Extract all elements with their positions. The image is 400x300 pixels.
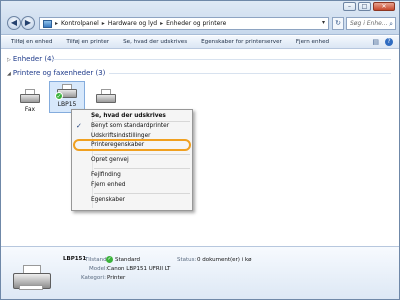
group-devices-label: Enheder (4) [12,55,55,63]
cmd-add-device[interactable]: Tilføj en enhed [11,39,52,45]
breadcrumb-separator-icon: ▸ [101,20,105,27]
command-bar: Tilføj en enhed Tilføj en printer Se, hv… [1,36,399,49]
menu-item-troubleshoot[interactable]: Fejlfinding [91,172,121,178]
menu-separator [94,121,190,122]
context-menu: Se, hvad der udskrives ✓ Benyt som stand… [71,109,193,211]
search-icon[interactable]: ⌕ [389,19,393,29]
minimize-button[interactable]: – [343,2,356,11]
details-status-label: Tilstand: [85,257,109,263]
menu-item-remove-device[interactable]: Fjern enhed [91,182,125,188]
refresh-button[interactable]: ↻ [332,17,344,30]
expand-arrow-icon: ▷ [7,57,11,63]
details-printer-name: LBP151 [63,256,87,262]
device-fax[interactable]: Fax [15,87,45,113]
menu-item-printer-properties[interactable]: Printeregenskaber [91,142,144,148]
breadcrumb-separator-icon: ▸ [55,20,59,27]
back-button[interactable]: ◀ [7,16,21,30]
title-bar: – □ ✕ ◀ ▶ ▸ Kontrolpanel ▸ Hardware og l… [1,1,399,35]
menu-separator [94,168,190,169]
breadcrumb-kontrolpanel[interactable]: Kontrolpanel [61,20,99,27]
printer-icon: ✓ [55,84,79,100]
control-panel-icon [43,19,52,28]
group-printers-header[interactable]: ◢ Printere og faxenheder (3) [7,69,105,77]
details-queue-value: 0 dokument(er) i kø [197,257,252,263]
close-button[interactable]: ✕ [373,2,395,11]
details-model-value: Canon LBP151 UFRII LT [107,266,171,272]
details-category-value: Printer [107,275,126,281]
check-icon: ✓ [76,122,82,130]
address-dropdown-icon[interactable]: ▾ [322,19,325,26]
details-model-label: Model: [89,266,108,272]
device-label: LBP15 [57,101,77,108]
view-options-icon[interactable]: ▤ [372,38,379,46]
breadcrumb-separator-icon: ▸ [160,20,164,27]
cmd-see-whats-printing[interactable]: Se, hvad der udskrives [123,39,187,45]
details-pane: LBP151 Tilstand: ✓ Standard Status: 0 do… [1,246,399,299]
maximize-button[interactable]: □ [358,2,371,11]
cmd-add-printer[interactable]: Tilføj en printer [66,39,109,45]
breadcrumb-enheder-og-printere[interactable]: Enheder og printere [166,20,226,27]
menu-item-see-printing[interactable]: Se, hvad der udskrives [91,113,166,119]
default-check-icon: ✓ [106,256,113,263]
forward-button[interactable]: ▶ [21,16,35,30]
search-input[interactable]: Søg i Enhe... ⌕ [346,17,396,30]
menu-item-set-default[interactable]: Benyt som standardprinter [91,123,169,129]
details-status-value: Standard [115,257,141,263]
printer-large-icon [11,263,55,291]
window-controls: – □ ✕ [343,2,395,11]
cmd-remove-device[interactable]: Fjern enhed [296,39,329,45]
details-queue-label: Status: [177,257,197,263]
cmd-print-server-properties[interactable]: Egenskaber for printerserver [201,39,282,45]
help-icon[interactable]: ? [385,38,393,46]
menu-separator [94,193,190,194]
divider [109,73,391,74]
collapse-arrow-icon: ◢ [7,71,11,77]
menu-separator [94,154,190,155]
address-bar[interactable]: ▸ Kontrolpanel ▸ Hardware og lyd ▸ Enhed… [39,17,329,30]
breadcrumb-hardware-og-lyd[interactable]: Hardware og lyd [108,20,157,27]
details-category-label: Kategori: [81,275,106,281]
menu-item-properties[interactable]: Egenskaber [91,197,125,203]
explorer-window: – □ ✕ ◀ ▶ ▸ Kontrolpanel ▸ Hardware og l… [0,0,400,300]
divider [51,59,391,60]
group-printers-label: Printere og faxenheder (3) [12,69,106,77]
group-devices-header[interactable]: ▷ Enheder (4) [7,55,54,63]
fax-icon [18,89,42,105]
search-placeholder: Søg i Enhe... [350,20,388,27]
device-label: Fax [24,106,36,113]
device-printer[interactable] [91,87,121,106]
menu-item-create-shortcut[interactable]: Opret genvej [91,157,129,163]
default-printer-check-icon: ✓ [55,92,63,100]
printer-icon [94,89,118,105]
